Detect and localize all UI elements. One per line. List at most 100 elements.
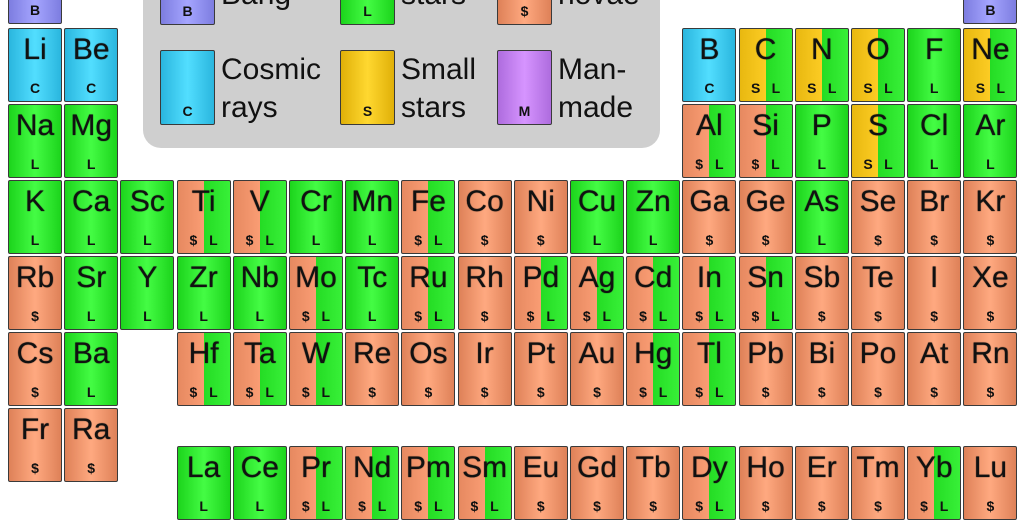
origin-code: L	[771, 156, 780, 172]
element-origins: $ L	[402, 232, 454, 248]
element-origins: $ L	[627, 384, 679, 400]
origin-code: $	[817, 498, 826, 514]
origin-code: $	[480, 308, 489, 324]
element-origins: $	[627, 498, 679, 514]
element-symbol: La	[186, 451, 221, 484]
element-symbol: Ge	[745, 185, 786, 218]
element-cell: Xe $	[963, 256, 1018, 330]
element-symbol: Pt	[526, 337, 555, 370]
element-symbol: Pd	[522, 261, 560, 294]
element-cell: Pd $ L	[513, 256, 568, 330]
origin-code: $	[874, 498, 882, 514]
origin-code: $	[301, 308, 310, 324]
element-origins: $	[908, 232, 960, 248]
origin-code: $	[189, 384, 198, 400]
origin-code: L	[546, 308, 555, 324]
element-symbol: Cl	[920, 109, 949, 142]
element-origins: $	[796, 498, 848, 514]
origin-code: $	[582, 308, 591, 324]
element-origins: $	[796, 308, 848, 324]
element-symbol: Er	[806, 451, 837, 484]
element-cell: NSL	[794, 28, 849, 102]
origin-code: B	[29, 2, 41, 18]
element-origins: $ L	[234, 384, 286, 400]
origin-code: L	[592, 232, 602, 248]
element-origins: $	[402, 384, 454, 400]
element-symbol: Ni	[526, 185, 555, 218]
element-cell: Hg $ L	[626, 332, 681, 406]
element-cell: Pt $	[513, 332, 568, 406]
legend-label: made	[558, 91, 634, 124]
element-cell: Br $	[907, 180, 962, 254]
legend-label: rays	[221, 91, 278, 124]
origin-code: $	[536, 498, 545, 514]
element-cell: Au $	[570, 332, 624, 406]
element-cell: Sm $ L	[457, 446, 512, 520]
legend-swatch: M	[497, 50, 552, 125]
origin-code: L	[209, 384, 218, 400]
origin-code: $	[31, 308, 39, 324]
origin-code: L	[490, 498, 499, 514]
element-origins: L	[65, 232, 117, 248]
origin-code: L	[86, 156, 96, 172]
legend-code: S	[362, 103, 373, 119]
element-cell: Sn $ L	[738, 256, 793, 330]
element-cell: I $	[907, 256, 962, 330]
element-symbol: Gd	[576, 451, 618, 484]
legend-swatch: S	[340, 50, 395, 125]
element-cell: Pr $ L	[289, 446, 343, 520]
element-symbol: Al	[696, 109, 723, 142]
element-cell: Be C	[64, 28, 119, 102]
element-symbol: Fe	[410, 185, 446, 218]
origin-code: L	[433, 498, 443, 514]
legend-label: Small	[401, 53, 477, 86]
element-symbol: Os	[409, 337, 448, 370]
origin-code: $	[751, 308, 760, 324]
element-symbol: Ra	[72, 413, 111, 446]
element-origins: SL	[852, 80, 904, 96]
origin-code: L	[658, 308, 668, 324]
element-origins: L	[627, 232, 679, 248]
legend-code: $	[520, 3, 529, 19]
element-cell: YL	[120, 256, 175, 330]
element-symbol: W	[301, 337, 331, 370]
element-cell: Tl $ L	[682, 332, 737, 406]
element-cell: Tc L	[345, 256, 400, 330]
element-cell: Re $	[345, 332, 400, 406]
element-cell: W $ L	[289, 332, 343, 406]
element-symbol: Zn	[635, 185, 671, 218]
element-origins: $ L	[740, 156, 792, 172]
origin-code: $	[245, 232, 254, 248]
element-symbol: Kr	[975, 185, 1006, 218]
element-symbol: Ba	[72, 337, 110, 370]
element-cell: At $	[907, 332, 962, 406]
element-symbol: Te	[862, 261, 894, 294]
element-cell: Al $ L	[682, 104, 737, 178]
element-cell: Rb $	[8, 256, 62, 330]
element-symbol: Ir	[475, 337, 494, 370]
element-symbol: Ta	[243, 337, 276, 370]
origin-code: $	[874, 232, 882, 248]
element-cell: Kr $	[963, 180, 1018, 254]
origin-code: L	[827, 80, 837, 96]
element-symbol: Po	[859, 337, 897, 370]
origin-code: $	[705, 232, 714, 248]
element-origins: $	[515, 384, 567, 400]
element-origins: $ L	[683, 384, 735, 400]
element-cell: B	[963, 0, 1018, 24]
origin-code: L	[884, 80, 893, 96]
legend-swatch: C	[160, 50, 215, 125]
element-cell: Zr L	[176, 256, 231, 330]
element-symbol: Pr	[301, 451, 331, 484]
origin-code: L	[939, 498, 949, 514]
element-symbol: N	[810, 33, 833, 66]
origin-code: L	[199, 498, 208, 514]
element-symbol: Xe	[972, 261, 1009, 294]
element-origins: $ L	[908, 498, 960, 514]
origin-code: L	[714, 498, 724, 514]
origin-code: $	[874, 308, 882, 324]
element-origins: L	[908, 156, 960, 172]
element-cell: Dy $ L	[682, 446, 737, 520]
element-symbol: Cu	[577, 185, 617, 218]
origin-code: L	[377, 498, 387, 514]
